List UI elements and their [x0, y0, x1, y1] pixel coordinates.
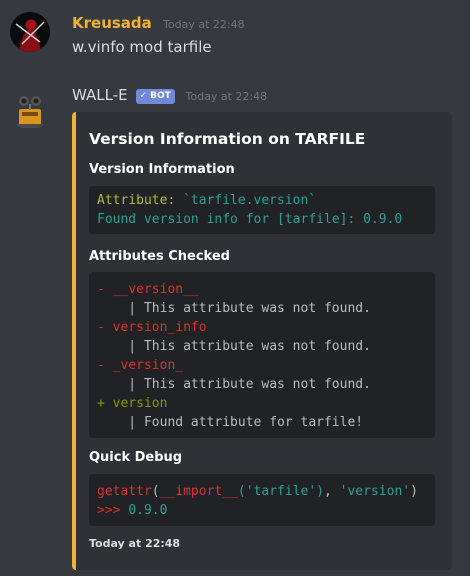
diff-text: __version__ [112, 282, 199, 297]
code-attribute-label: Attribute: [97, 193, 184, 208]
username[interactable]: Kreusada Today at 22:48 [72, 14, 245, 32]
diff-indent: | [97, 301, 144, 316]
code-block-quick-debug: getattr(__import__('tarfile'), 'version'… [89, 474, 435, 526]
code-paren: ) [410, 484, 418, 499]
code-line: >>> 0.9.0 [97, 501, 435, 520]
wall-e-avatar-image [16, 96, 44, 128]
code-line: | This attribute was not found. [97, 375, 435, 394]
message-timestamp: Today at 22:48 [163, 18, 245, 31]
bot-username[interactable]: WALL-E ✓ BOT Today at 22:48 [72, 86, 267, 104]
embed: Version Information on TARFILE Version I… [72, 112, 452, 570]
code-line: Attribute: `tarfile.version` [97, 191, 435, 210]
diff-text: version [112, 396, 168, 411]
code-import: __import__ [159, 484, 238, 499]
diff-text: This attribute was not found. [143, 301, 371, 316]
code-arg1: ('tarfile') [237, 484, 324, 499]
code-block-version-information: Attribute: `tarfile.version` Found versi… [89, 186, 435, 234]
diff-marker: - [97, 358, 113, 373]
diff-text: This attribute was not found. [143, 339, 371, 354]
code-line: - _version_ [97, 356, 435, 375]
diff-text: _version_ [112, 358, 184, 373]
code-found-suffix: ]: 0.9.0 [339, 212, 403, 227]
code-paren: ( [151, 484, 160, 499]
code-line: - version_info [97, 318, 435, 337]
diff-indent: | [97, 377, 144, 392]
message-kreusada: Kreusada Today at 22:48 w.vinfo mod tarf… [0, 0, 470, 70]
code-block-attributes-checked: - __version__ | This attribute was not f… [89, 272, 435, 438]
diff-text: This attribute was not found. [143, 377, 371, 392]
avatar[interactable] [10, 12, 50, 52]
diff-indent: | [97, 339, 144, 354]
bot-tag: ✓ BOT [136, 89, 175, 104]
code-attribute-value: `tarfile.version` [183, 193, 317, 208]
diff-marker: + [97, 396, 113, 411]
code-result-prompt: >>> [97, 503, 129, 518]
code-fn: getattr [97, 484, 152, 499]
diff-marker: - [97, 282, 113, 297]
code-line: getattr(__import__('tarfile'), 'version'… [97, 482, 435, 501]
code-line: - __version__ [97, 280, 435, 299]
code-sep: , [324, 484, 340, 499]
bot-avatar[interactable] [10, 90, 50, 130]
diff-indent: | [97, 415, 144, 430]
field-name-version-information: Version Information [89, 162, 235, 177]
code-line: | This attribute was not found. [97, 337, 435, 356]
code-found-name: tarfile [284, 212, 340, 227]
code-found-prefix: Found version info for [ [97, 212, 285, 227]
code-line: Found version info for [tarfile]: 0.9.0 [97, 210, 435, 229]
embed-footer-timestamp: Today at 22:48 [89, 537, 181, 550]
diff-marker: - [97, 320, 113, 335]
code-line: + version [97, 394, 435, 413]
code-line: | This attribute was not found. [97, 299, 435, 318]
avatar-image [10, 12, 50, 52]
code-arg2: 'version' [339, 484, 411, 499]
field-name-attributes-checked: Attributes Checked [89, 249, 230, 264]
code-line: | Found attribute for tarfile! [97, 413, 435, 432]
diff-text: version_info [112, 320, 207, 335]
message-content: w.vinfo mod tarfile [72, 38, 212, 56]
code-result-value: 0.9.0 [128, 503, 168, 518]
username-text[interactable]: Kreusada [72, 14, 152, 32]
bot-message-timestamp: Today at 22:48 [185, 90, 268, 103]
embed-title: Version Information on TARFILE [89, 130, 366, 148]
diff-text: Found attribute for tarfile! [143, 415, 364, 430]
bot-username-text[interactable]: WALL-E [72, 86, 128, 104]
field-name-quick-debug: Quick Debug [89, 450, 183, 465]
